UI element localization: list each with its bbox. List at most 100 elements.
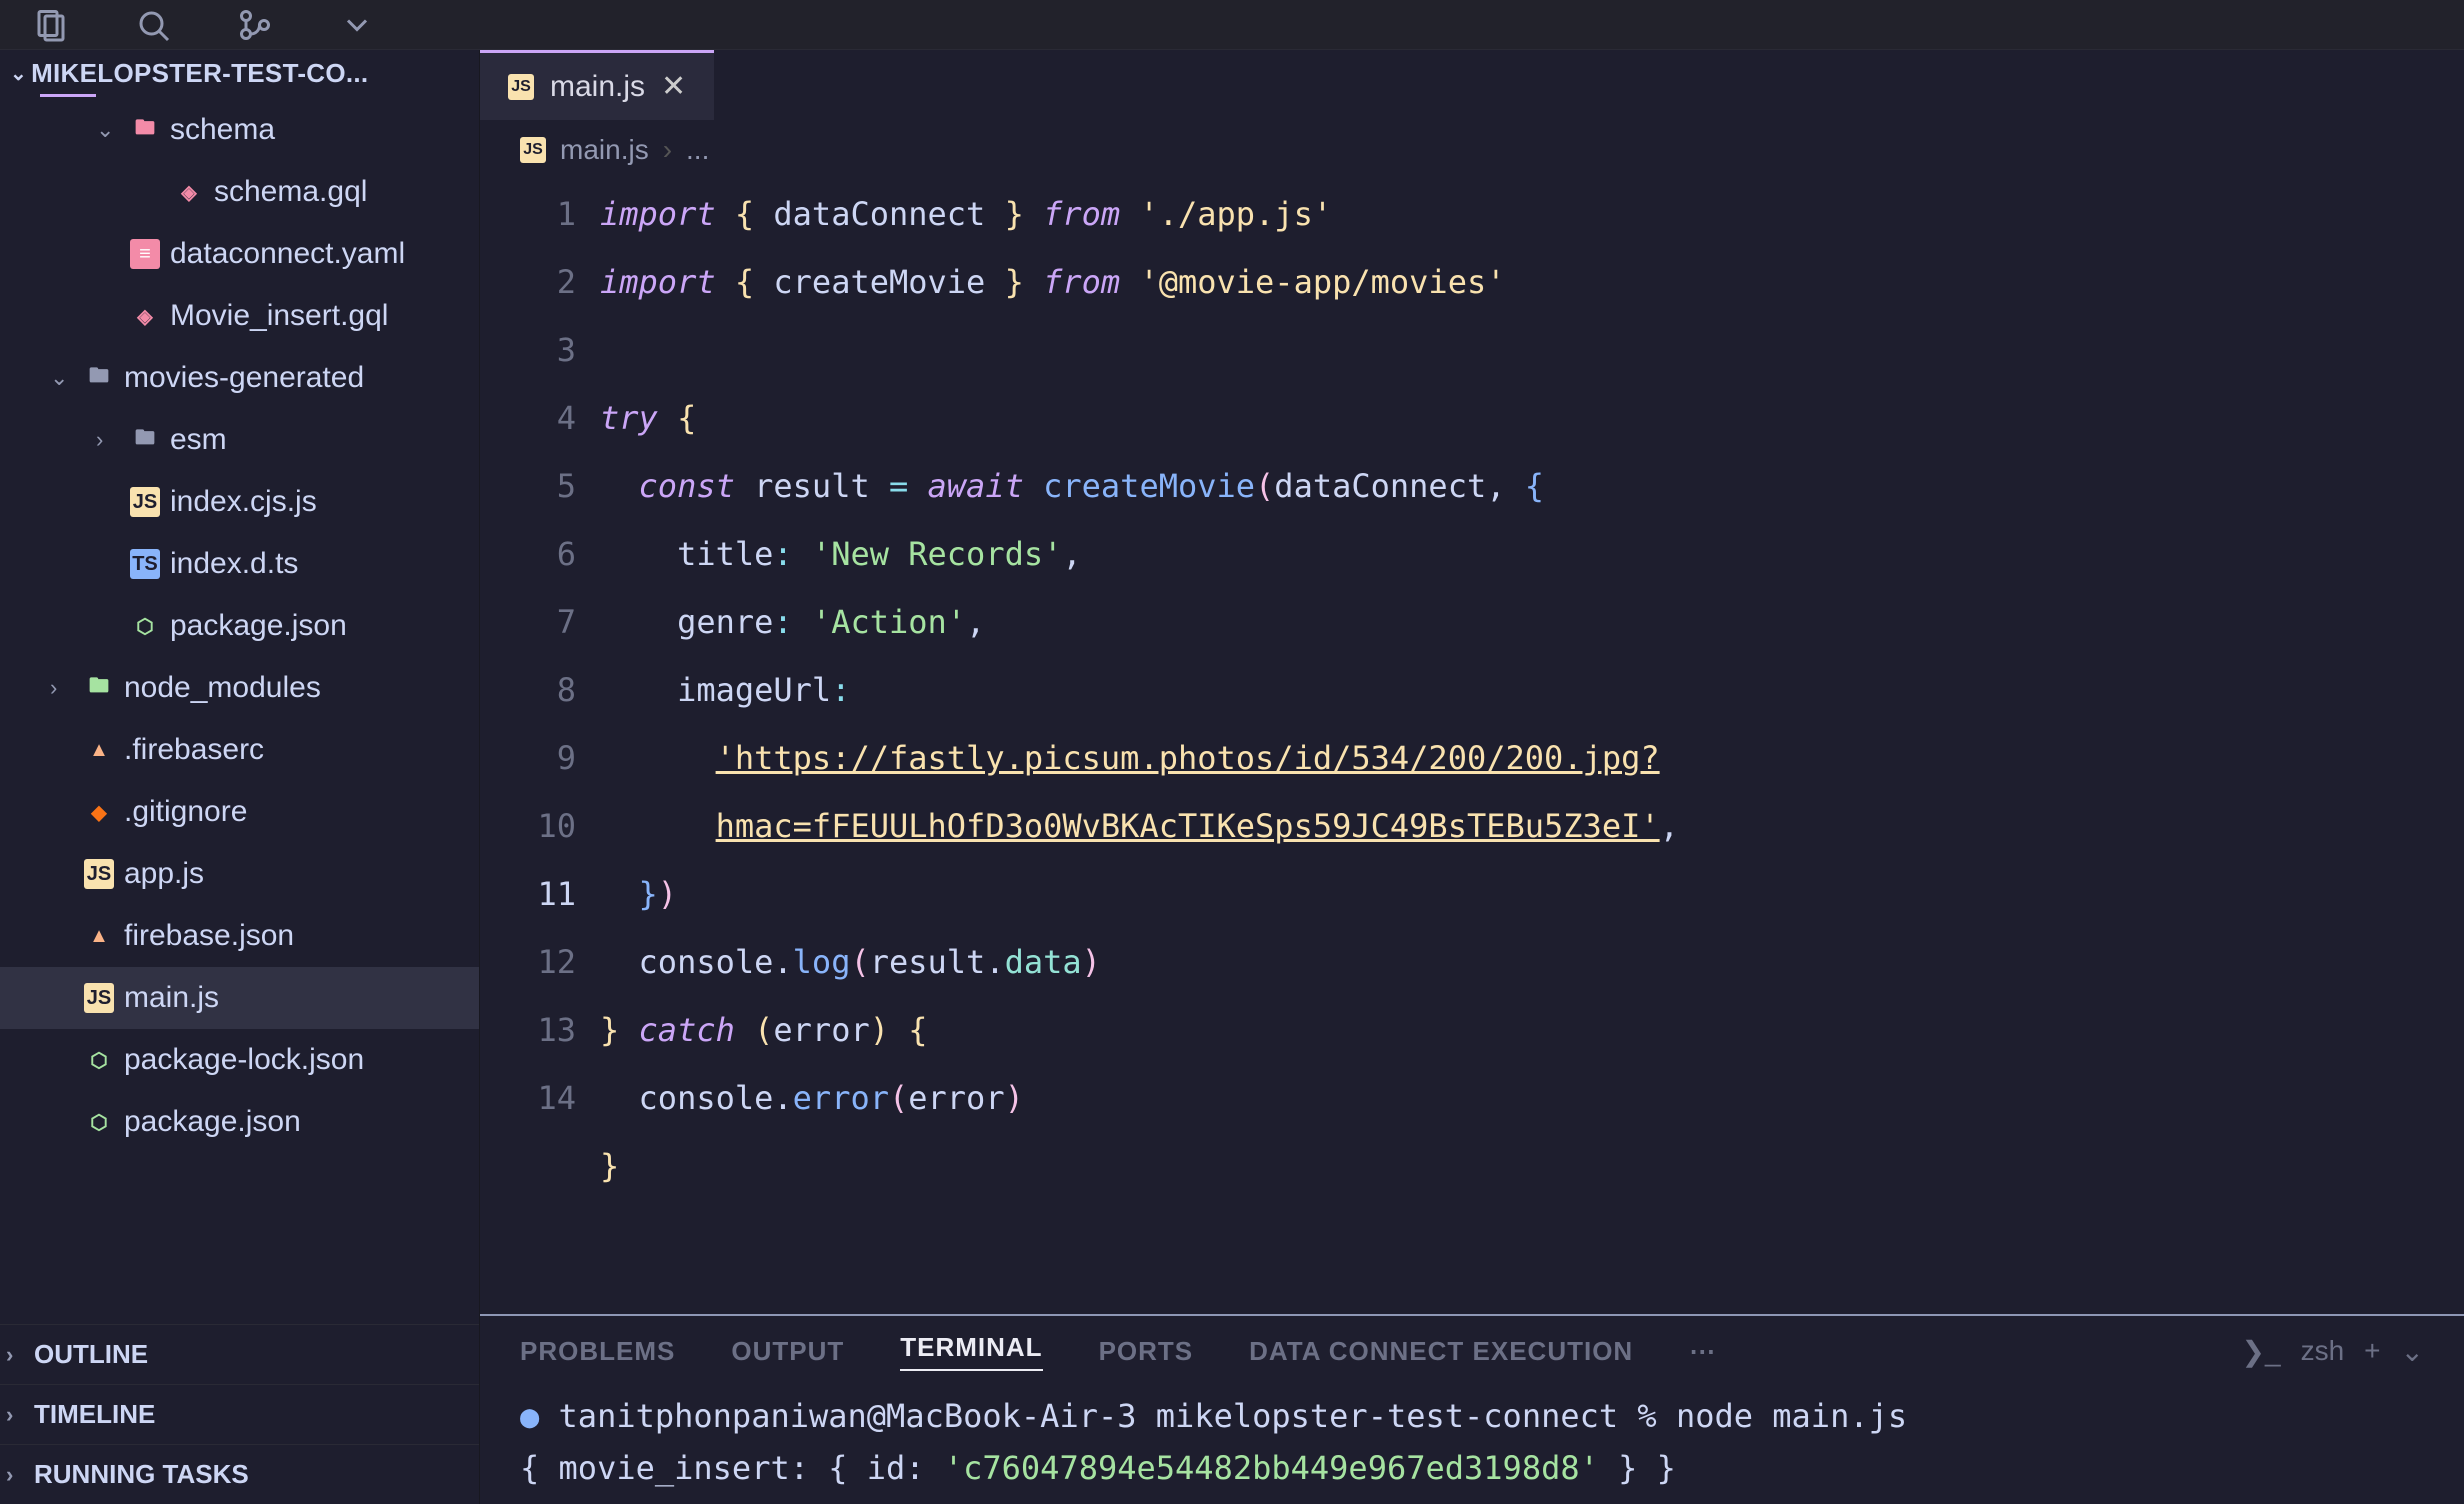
code-line[interactable]: const result = await createMovie(dataCon… [600, 452, 2464, 520]
editor-pane: JS main.js ✕ JS main.js › ... 1234567891… [480, 50, 2464, 1504]
panel-tab-data-connect-execution[interactable]: DATA CONNECT EXECUTION [1249, 1336, 1633, 1367]
chevron-down-icon: ⌄ [96, 117, 120, 143]
node-icon: ⬡ [84, 1107, 114, 1137]
section-running-tasks[interactable]: ›RUNNING TASKS [0, 1444, 479, 1504]
git-icon: ◆ [84, 797, 114, 827]
add-terminal-icon[interactable]: + [2364, 1335, 2380, 1367]
gql-icon: ◈ [130, 301, 160, 331]
code-line[interactable]: try { [600, 384, 2464, 452]
tree-item-label: node_modules [124, 671, 321, 705]
js-icon: JS [508, 74, 534, 100]
js-icon: JS [130, 487, 160, 517]
tree-item-main-js[interactable]: JSmain.js [0, 967, 479, 1029]
code-line[interactable]: genre: 'Action', [600, 588, 2464, 656]
breadcrumb-file: main.js [560, 134, 649, 166]
section-label: TIMELINE [34, 1399, 155, 1430]
yaml-icon: ≡ [130, 239, 160, 269]
code-content[interactable]: import { dataConnect } from './app.js'im… [600, 180, 2464, 1314]
chevron-right-icon: › [50, 675, 74, 701]
tree-item-label: dataconnect.yaml [170, 237, 405, 271]
more-icon[interactable]: ⋯ [1689, 1336, 1716, 1367]
tab-label: main.js [550, 70, 645, 104]
code-line[interactable] [600, 316, 2464, 384]
explorer-root-title[interactable]: ⌄ MIKELOPSTER-TEST-CO... [0, 50, 479, 97]
chevron-right-icon: › [6, 1342, 30, 1368]
folder-icon: 🖿 [84, 363, 114, 393]
section-timeline[interactable]: ›TIMELINE [0, 1384, 479, 1444]
tree-item--firebaserc[interactable]: ▲.firebaserc [0, 719, 479, 781]
split-terminal-icon[interactable]: ⌄ [2401, 1335, 2424, 1368]
js-icon: JS [520, 137, 546, 163]
line-number: 13 [480, 996, 576, 1064]
tree-item-package-json[interactable]: ⬡ package.json [0, 595, 479, 657]
tree-item-schema-gql[interactable]: ◈schema.gql [0, 161, 479, 223]
ts-icon: TS [130, 549, 160, 579]
tree-item-node-modules[interactable]: › 🖿 node_modules [0, 657, 479, 719]
code-line[interactable]: title: 'New Records', [600, 520, 2464, 588]
code-line[interactable]: 'https://fastly.picsum.photos/id/534/200… [600, 724, 2464, 792]
js-icon: JS [84, 859, 114, 889]
panel-tab-ports[interactable]: PORTS [1099, 1336, 1194, 1367]
files-icon[interactable] [30, 4, 72, 46]
code-line[interactable]: } [600, 1132, 2464, 1200]
breadcrumbs[interactable]: JS main.js › ... [480, 120, 2464, 180]
folder-green-icon: 🖿 [84, 673, 114, 703]
panel-tab-terminal[interactable]: TERMINAL [900, 1332, 1042, 1371]
tabs-bar: JS main.js ✕ [480, 50, 2464, 120]
tree-item-dataconnect-yaml[interactable]: ≡ dataconnect.yaml [0, 223, 479, 285]
terminal-line: ● tanitphonpaniwan@MacBook-Air-3 mikelop… [520, 1390, 2424, 1442]
line-number: 14 [480, 1064, 576, 1132]
code-line[interactable]: import { dataConnect } from './app.js' [600, 180, 2464, 248]
code-line[interactable]: }) [600, 860, 2464, 928]
tree-item-index-cjs-js[interactable]: JS index.cjs.js [0, 471, 479, 533]
terminal-line: { movie_insert: { id: 'c76047894e54482bb… [520, 1442, 2424, 1494]
line-gutter: 1234567891011121314 [480, 180, 600, 1314]
code-line[interactable]: import { createMovie } from '@movie-app/… [600, 248, 2464, 316]
tree-item-label: package-lock.json [124, 1043, 364, 1077]
line-number: 7 [480, 588, 576, 656]
search-icon[interactable] [132, 4, 174, 46]
workspace-name: MIKELOPSTER-TEST-CO... [31, 58, 368, 89]
tree-item-esm[interactable]: ›🖿esm [0, 409, 479, 471]
tree-item--gitignore[interactable]: ◆ .gitignore [0, 781, 479, 843]
tree-item-label: schema.gql [214, 175, 367, 209]
panel-tabs: PROBLEMS OUTPUT TERMINAL PORTS DATA CONNECT … [480, 1316, 2464, 1386]
file-tree: ⌄🖿schema◈schema.gql≡dataconnect.yaml◈Mov… [0, 97, 479, 1324]
panel-tab-output[interactable]: OUTPUT [731, 1336, 844, 1367]
tree-item-movies-generated[interactable]: ⌄🖿movies-generated [0, 347, 479, 409]
tree-item-label: index.cjs.js [170, 485, 317, 519]
tab-main-js[interactable]: JS main.js ✕ [480, 50, 714, 120]
tree-item-schema[interactable]: ⌄🖿schema [0, 99, 479, 161]
source-control-icon[interactable] [234, 4, 276, 46]
folder-icon: 🖿 [130, 425, 160, 455]
code-line[interactable]: console.error(error) [600, 1064, 2464, 1132]
panel-tab-problems[interactable]: PROBLEMS [520, 1336, 675, 1367]
breadcrumb-rest: ... [686, 134, 709, 166]
tree-item-movie-insert-gql[interactable]: ◈Movie_insert.gql [0, 285, 479, 347]
node-icon: ⬡ [130, 611, 160, 641]
code-line[interactable]: hmac=fFEUULhOfD3o0WvBKAcTIKeSps59JC49BsT… [600, 792, 2464, 860]
firebase-icon: ▲ [84, 921, 114, 951]
close-icon[interactable]: ✕ [661, 69, 686, 104]
code-line[interactable]: console.log(result.data) [600, 928, 2464, 996]
tree-item-package-lock-json[interactable]: ⬡package-lock.json [0, 1029, 479, 1091]
tree-item-package-json[interactable]: ⬡package.json [0, 1091, 479, 1153]
code-line[interactable]: } catch (error) { [600, 996, 2464, 1064]
active-view-indicator [40, 94, 96, 97]
line-number: 1 [480, 180, 576, 248]
tree-item-index-d-ts[interactable]: TSindex.d.ts [0, 533, 479, 595]
tree-item-label: .firebaserc [124, 733, 264, 767]
code-line[interactable]: imageUrl: [600, 656, 2464, 724]
terminal-output[interactable]: ● tanitphonpaniwan@MacBook-Air-3 mikelop… [480, 1386, 2464, 1504]
tree-item-label: package.json [170, 609, 347, 643]
terminal-icon: ❯_ [2242, 1335, 2281, 1368]
code-editor[interactable]: 1234567891011121314 import { dataConnect… [480, 180, 2464, 1314]
section-outline[interactable]: ›OUTLINE [0, 1324, 479, 1384]
tree-item-label: .gitignore [124, 795, 247, 829]
tree-item-app-js[interactable]: JSapp.js [0, 843, 479, 905]
shell-name[interactable]: zsh [2301, 1335, 2345, 1367]
tree-item-label: main.js [124, 981, 219, 1015]
chevron-down-icon[interactable] [336, 4, 378, 46]
tree-item-label: firebase.json [124, 919, 294, 953]
tree-item-firebase-json[interactable]: ▲ firebase.json [0, 905, 479, 967]
